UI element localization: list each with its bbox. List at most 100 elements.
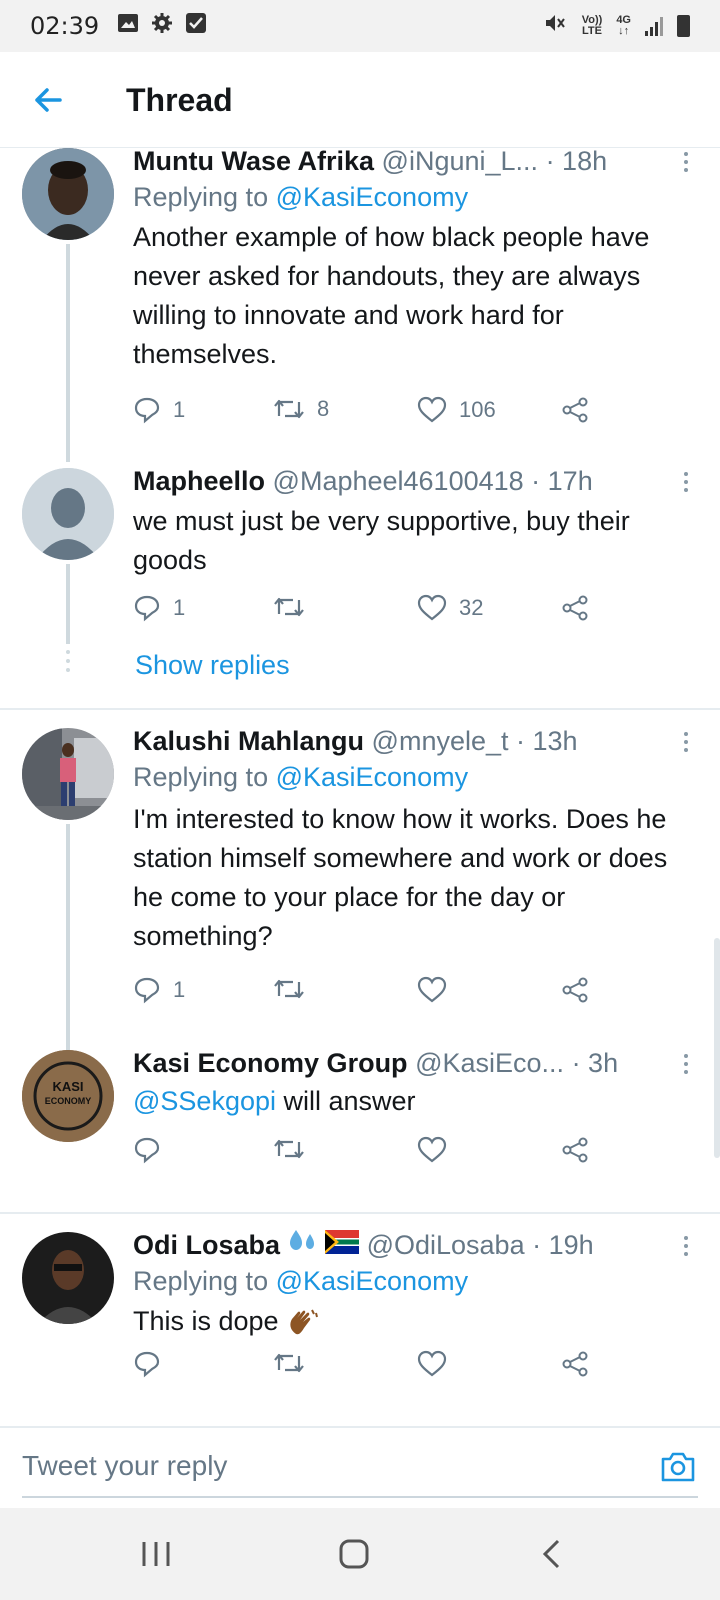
scrollbar[interactable]: [714, 938, 720, 1158]
tweet[interactable]: Muntu Wase Afrika @iNguni_L... · 18h Rep…: [0, 148, 720, 462]
camera-icon[interactable]: [660, 1450, 696, 1484]
share-icon: [562, 977, 588, 1003]
timestamp: · 17h: [531, 466, 593, 496]
volte-indicator: Vo)) LTE: [582, 15, 603, 37]
display-name[interactable]: Mapheello: [133, 466, 265, 496]
text-main: This is dope: [133, 1306, 279, 1336]
handle[interactable]: @OdiLosaba: [367, 1230, 525, 1260]
display-name[interactable]: Kalushi Mahlangu: [133, 726, 364, 756]
gallery-icon: [117, 12, 139, 41]
replying-mention[interactable]: @KasiEconomy: [276, 762, 468, 792]
retweet-button[interactable]: [273, 594, 317, 620]
retweet-button[interactable]: [273, 1136, 305, 1162]
thread-line: [66, 564, 70, 644]
avatar[interactable]: KASI ECONOMY: [22, 1050, 114, 1142]
back-nav-icon[interactable]: [532, 1536, 572, 1572]
tweet-header: Kalushi Mahlangu @mnyele_t · 13h: [133, 724, 694, 758]
share-button[interactable]: [561, 1136, 589, 1164]
avatar-logo: KASI ECONOMY: [22, 1080, 114, 1108]
share-button[interactable]: [561, 976, 589, 1004]
tweet-actions: 1: [133, 976, 613, 1016]
retweet-button[interactable]: [273, 1350, 305, 1376]
avatar[interactable]: [22, 1232, 114, 1324]
tweet[interactable]: Kalushi Mahlangu @mnyele_t · 13h Replyin…: [0, 726, 720, 1058]
battery-icon: [677, 15, 690, 37]
like-button[interactable]: [417, 1350, 447, 1378]
retweet-icon: [274, 597, 304, 617]
share-button[interactable]: [561, 1350, 589, 1378]
show-replies-link[interactable]: Show replies: [135, 650, 290, 681]
heart-icon: [417, 594, 447, 621]
reply-composer: Tweet your reply: [0, 1426, 720, 1508]
avatar-logo-line1: KASI: [52, 1079, 84, 1094]
display-name[interactable]: Muntu Wase Afrika: [133, 148, 374, 176]
retweet-icon: [274, 1139, 304, 1159]
more-options-icon[interactable]: [684, 1054, 690, 1078]
home-icon[interactable]: [334, 1536, 374, 1572]
reply-count: 1: [173, 397, 186, 422]
timestamp: · 13h: [516, 726, 578, 756]
replying-prefix: Replying to: [133, 182, 276, 212]
avatar[interactable]: [22, 728, 114, 820]
heart-icon: [417, 976, 447, 1003]
text-mention[interactable]: @SSekgopi: [133, 1086, 276, 1116]
like-count: 106: [459, 397, 496, 422]
tweet-content: Kasi Economy Group @KasiEco... · 3h @SSe…: [133, 1046, 694, 1121]
more-options-icon[interactable]: [684, 732, 690, 756]
tweet-content: Kalushi Mahlangu @mnyele_t · 13h Replyin…: [133, 724, 694, 956]
reply-button[interactable]: 1: [133, 396, 185, 424]
tweet-actions: [133, 1350, 613, 1390]
tweet[interactable]: Odi Losaba @OdiLosaba · 19h Replying to …: [0, 1230, 720, 1412]
more-options-icon[interactable]: [684, 152, 690, 176]
thread-dots: [66, 650, 70, 677]
retweet-button[interactable]: [273, 976, 305, 1002]
handle[interactable]: @Mapheel46100418: [273, 466, 524, 496]
like-button[interactable]: 32: [417, 594, 483, 622]
heart-icon: [417, 1136, 447, 1163]
handle[interactable]: @mnyele_t: [372, 726, 509, 756]
tweet-header: Kasi Economy Group @KasiEco... · 3h: [133, 1046, 694, 1080]
like-button[interactable]: [417, 1136, 447, 1164]
handle[interactable]: @KasiEco...: [415, 1048, 564, 1078]
like-button[interactable]: 106: [417, 396, 496, 424]
tweet[interactable]: Mapheello @Mapheel46100418 · 17h we must…: [0, 466, 720, 688]
replying-mention[interactable]: @KasiEconomy: [276, 182, 468, 212]
avatar[interactable]: [22, 468, 114, 560]
display-name[interactable]: Odi Losaba: [133, 1230, 280, 1260]
share-button[interactable]: [561, 396, 589, 424]
like-button[interactable]: [417, 976, 447, 1004]
tweet[interactable]: KASI ECONOMY Kasi Economy Group @KasiEco…: [0, 1048, 720, 1186]
reply-count: 1: [173, 977, 186, 1002]
avatar[interactable]: [22, 148, 114, 240]
mute-icon: [544, 12, 568, 41]
handle[interactable]: @iNguni_L...: [382, 148, 539, 176]
reply-button[interactable]: 1: [133, 594, 185, 622]
recent-apps-icon[interactable]: [136, 1536, 176, 1572]
more-options-icon[interactable]: [684, 472, 690, 496]
reply-button[interactable]: [133, 1350, 161, 1378]
reply-button[interactable]: [133, 1136, 161, 1164]
retweet-icon: [274, 399, 304, 419]
thread-feed[interactable]: Muntu Wase Afrika @iNguni_L... · 18h Rep…: [0, 148, 720, 1426]
reply-count: 1: [173, 595, 186, 620]
reply-input[interactable]: Tweet your reply: [22, 1450, 227, 1482]
tweet-actions: [133, 1136, 613, 1176]
back-arrow-icon[interactable]: [30, 82, 66, 118]
reply-button[interactable]: 1: [133, 976, 185, 1004]
thread-line: [66, 824, 70, 1058]
share-button[interactable]: [561, 594, 589, 622]
retweet-button[interactable]: 8: [273, 396, 329, 422]
tweet-text: Another example of how black people have…: [133, 222, 650, 369]
app-header: Thread: [0, 52, 720, 148]
status-bar: 02:39 Vo)) LTE 4G ↓↑: [0, 0, 720, 52]
text-rest: will answer: [276, 1086, 416, 1116]
more-options-icon[interactable]: [684, 1236, 690, 1260]
checkbox-icon: [185, 12, 207, 41]
retweet-icon: [274, 979, 304, 999]
share-icon: [562, 595, 588, 621]
heart-icon: [417, 396, 447, 423]
replying-mention[interactable]: @KasiEconomy: [276, 1266, 468, 1296]
display-name[interactable]: Kasi Economy Group: [133, 1048, 408, 1078]
timestamp: · 18h: [545, 148, 608, 176]
retweet-count: 8: [317, 396, 330, 421]
